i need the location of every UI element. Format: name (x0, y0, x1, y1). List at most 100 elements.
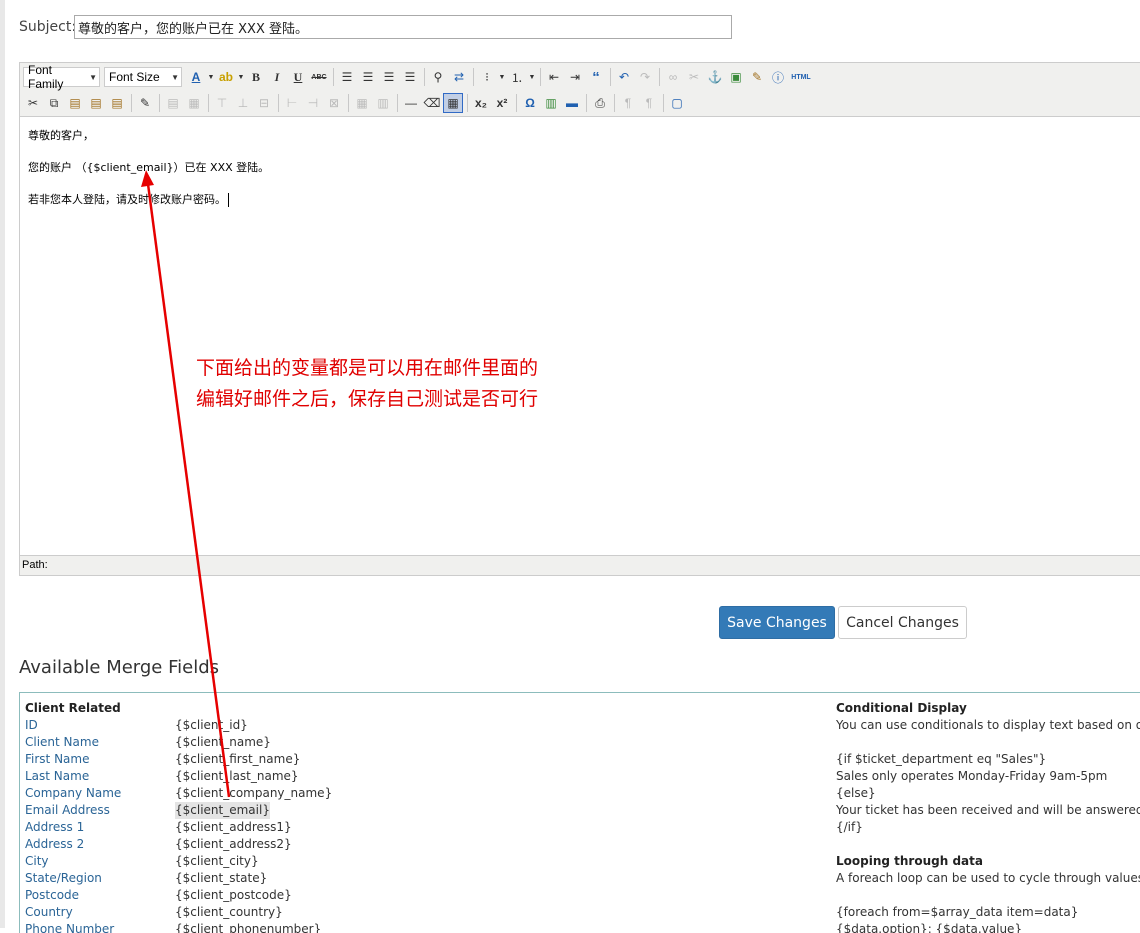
align-justify-icon[interactable]: ☰ (400, 67, 420, 87)
find-icon[interactable]: ⚲ (428, 67, 448, 87)
superscript-icon[interactable]: x² (492, 93, 512, 113)
merge-field-row[interactable]: Phone Number {$client_phonenumber} (25, 921, 321, 933)
merge-field-row[interactable]: Client Name {$client_name} (25, 734, 271, 751)
numbered-list-icon[interactable]: ⒈ (507, 67, 527, 87)
merge-field-var[interactable]: {$client_phonenumber} (175, 921, 321, 933)
editor-line: 若非您本人登陆，请及时修改账户密码。 (28, 191, 229, 207)
merge-field-var[interactable]: {$client_state} (175, 870, 267, 887)
media-icon[interactable]: ▥ (541, 93, 561, 113)
edit-css-icon[interactable]: ✎ (135, 93, 155, 113)
fullscreen-icon[interactable]: ▢ (667, 93, 687, 113)
client-fields-heading: Client Related (25, 701, 121, 715)
help-icon[interactable]: ⓘ (768, 67, 788, 87)
text-color-icon[interactable]: A (186, 67, 206, 87)
underline-icon[interactable]: U (288, 67, 308, 87)
table-row-props-icon[interactable]: ▤ (163, 93, 183, 113)
horizontal-rule-icon[interactable]: — (401, 93, 421, 113)
italic-icon[interactable]: I (267, 67, 287, 87)
chevron-down-icon[interactable]: ▼ (207, 67, 215, 87)
merge-field-var[interactable]: {$client_last_name} (175, 768, 299, 785)
merge-field-row[interactable]: City {$client_city} (25, 853, 259, 870)
blockquote-icon[interactable]: “ (586, 67, 606, 87)
chevron-down-icon[interactable]: ▼ (498, 67, 506, 87)
unlink-icon[interactable]: ✂ (684, 67, 704, 87)
merge-field-row[interactable]: Country {$client_country} (25, 904, 283, 921)
chevron-down-icon[interactable]: ▼ (237, 67, 245, 87)
image-icon[interactable]: ▣ (726, 67, 746, 87)
align-right-icon[interactable]: ☰ (379, 67, 399, 87)
special-char-icon[interactable]: Ω (520, 93, 540, 113)
split-cells-icon[interactable]: ▦ (352, 93, 372, 113)
insert-rule-icon[interactable]: ▬ (562, 93, 582, 113)
merge-field-row[interactable]: Address 1 {$client_address1} (25, 819, 292, 836)
merge-field-row[interactable]: Address 2 {$client_address2} (25, 836, 292, 853)
merge-field-var[interactable]: {$client_email} (175, 802, 270, 819)
strikethrough-icon[interactable]: ABC (309, 67, 329, 87)
insert-row-after-icon[interactable]: ⊥ (233, 93, 253, 113)
merge-field-var[interactable]: {$client_country} (175, 904, 283, 921)
rtl-icon[interactable]: ¶ (639, 93, 659, 113)
subscript-icon[interactable]: x₂ (471, 93, 491, 113)
highlight-color-icon[interactable]: ab (216, 67, 236, 87)
merge-field-row[interactable]: Last Name {$client_last_name} (25, 768, 299, 785)
insert-row-before-icon[interactable]: ⊤ (212, 93, 232, 113)
merge-field-var[interactable]: {$client_company_name} (175, 785, 332, 802)
save-button[interactable]: Save Changes (719, 606, 835, 639)
merge-field-var[interactable]: {$client_first_name} (175, 751, 300, 768)
font-family-label: Font Family (28, 63, 64, 91)
align-center-icon[interactable]: ☰ (358, 67, 378, 87)
undo-icon[interactable]: ↶ (614, 67, 634, 87)
merge-field-row[interactable]: Email Address {$client_email} (25, 802, 270, 819)
replace-icon[interactable]: ⇄ (449, 67, 469, 87)
link-icon[interactable]: ∞ (663, 67, 683, 87)
merge-field-var[interactable]: {$client_address1} (175, 819, 292, 836)
bullet-list-icon[interactable]: ⁝ (477, 67, 497, 87)
remove-format-icon[interactable]: ⌫ (422, 93, 442, 113)
chevron-down-icon[interactable]: ▼ (528, 67, 536, 87)
merge-field-var[interactable]: {$client_address2} (175, 836, 292, 853)
merge-field-var[interactable]: {$client_postcode} (175, 887, 292, 904)
paste-icon[interactable]: ▤ (65, 93, 85, 113)
subject-input[interactable] (74, 15, 732, 39)
cancel-button[interactable]: Cancel Changes (838, 606, 967, 639)
insert-col-after-icon[interactable]: ⊣ (303, 93, 323, 113)
font-size-select[interactable]: Font Size ▼ (104, 67, 182, 87)
merge-cells-icon[interactable]: ▥ (373, 93, 393, 113)
visual-aid-icon[interactable]: ▦ (443, 93, 463, 113)
editor-content-area[interactable]: 尊敬的客户， 您的账户 （{$client_email}）已在 XXX 登陆。 … (20, 117, 1140, 556)
anchor-icon[interactable]: ⚓ (705, 67, 725, 87)
bold-icon[interactable]: B (246, 67, 266, 87)
indent-icon[interactable]: ⇥ (565, 67, 585, 87)
merge-field-label: Address 1 (25, 820, 85, 834)
paste-word-icon[interactable]: ▤ (107, 93, 127, 113)
paste-text-icon[interactable]: ▤ (86, 93, 106, 113)
html-source-icon[interactable]: HTML (789, 67, 813, 87)
delete-row-icon[interactable]: ⊟ (254, 93, 274, 113)
merge-field-label: Company Name (25, 786, 122, 800)
merge-field-row[interactable]: ID {$client_id} (25, 717, 248, 734)
merge-field-row[interactable]: State/Region {$client_state} (25, 870, 267, 887)
code-line: {$data.option}: {$data.value} (836, 922, 1023, 933)
copy-icon[interactable]: ⧉ (44, 93, 64, 113)
cut-icon[interactable]: ✂ (23, 93, 43, 113)
merge-field-var[interactable]: {$client_name} (175, 734, 271, 751)
merge-field-var[interactable]: {$client_city} (175, 853, 259, 870)
font-family-select[interactable]: Font Family ▼ (23, 63, 100, 91)
merge-field-row[interactable]: Company Name {$client_company_name} (25, 785, 332, 802)
outdent-icon[interactable]: ⇤ (544, 67, 564, 87)
merge-field-row[interactable]: First Name {$client_first_name} (25, 751, 300, 768)
insert-col-before-icon[interactable]: ⊢ (282, 93, 302, 113)
merge-field-var[interactable]: {$client_id} (175, 717, 248, 734)
merge-field-label: Phone Number (25, 922, 115, 933)
path-label: Path: (22, 559, 48, 571)
toolbar-divider (586, 94, 587, 112)
ltr-icon[interactable]: ¶ (618, 93, 638, 113)
print-icon[interactable]: ⎙ (590, 93, 610, 113)
redo-icon[interactable]: ↷ (635, 67, 655, 87)
delete-col-icon[interactable]: ⊠ (324, 93, 344, 113)
cleanup-icon[interactable]: ✎ (747, 67, 767, 87)
toolbar-row-1: Font Family ▼ Font Size ▼ A ▼ ab ▼ B I U A… (23, 63, 814, 91)
merge-field-row[interactable]: Postcode {$client_postcode} (25, 887, 292, 904)
align-left-icon[interactable]: ☰ (337, 67, 357, 87)
table-cell-props-icon[interactable]: ▦ (184, 93, 204, 113)
